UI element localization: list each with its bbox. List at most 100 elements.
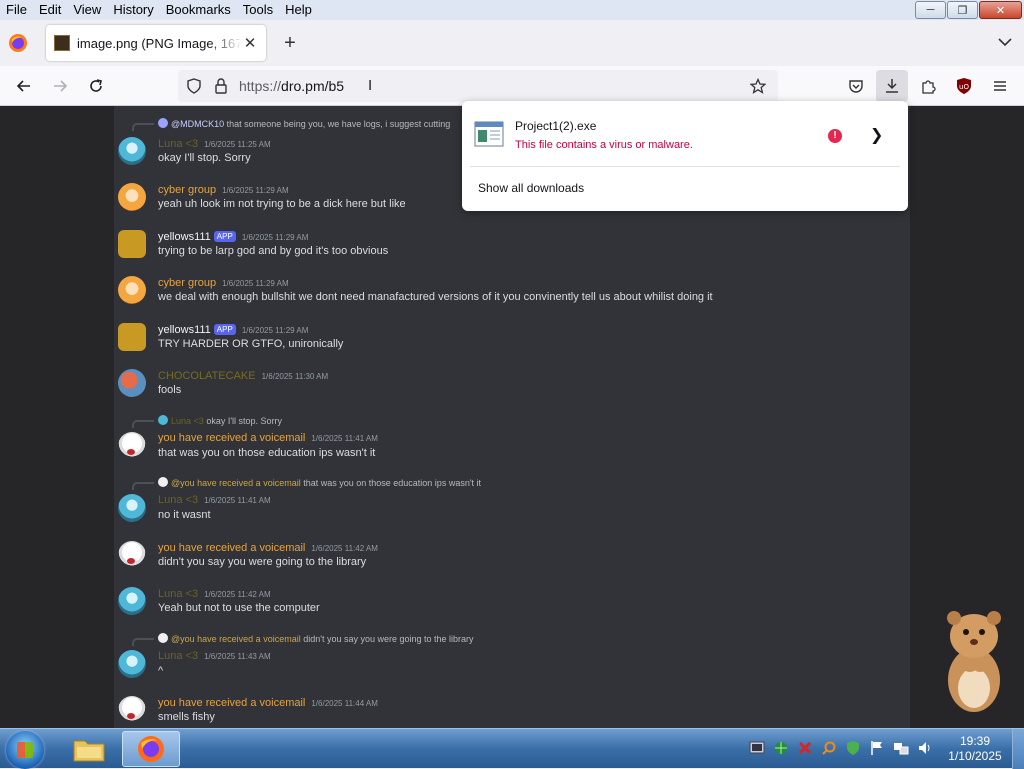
timestamp: 1/6/2025 11:25 AM bbox=[204, 140, 271, 149]
reply-connector bbox=[132, 482, 154, 490]
username-text: Luna <3 bbox=[158, 494, 199, 506]
tray-error-icon[interactable] bbox=[796, 739, 814, 757]
reply-mention: @MDMCK10 bbox=[171, 119, 225, 129]
menu-history[interactable]: History bbox=[107, 0, 159, 20]
tray-search-icon[interactable] bbox=[820, 739, 838, 757]
menu-file[interactable]: File bbox=[0, 0, 33, 20]
lock-icon[interactable] bbox=[214, 78, 228, 94]
tab-strip: image.png (PNG Image, 1672 × 1 ✕ + bbox=[0, 20, 1024, 66]
avatar bbox=[118, 650, 146, 678]
minimize-icon: ─ bbox=[926, 4, 935, 16]
download-file-name[interactable]: Project1(2).exe bbox=[515, 119, 596, 133]
username: Luna <3 1/6/2025 11:43 AM bbox=[158, 650, 271, 662]
executable-file-icon bbox=[474, 121, 504, 147]
reply-username: Luna <3 bbox=[171, 416, 204, 426]
message-text: TRY HARDER OR GTFO, unironically bbox=[158, 338, 344, 350]
system-tray bbox=[748, 739, 934, 757]
app-badge: APP bbox=[213, 324, 236, 335]
address-bar[interactable]: https://dro.pm/b5 I bbox=[178, 70, 778, 102]
message-text: ^ bbox=[158, 665, 164, 677]
show-all-downloads-button[interactable]: Show all downloads bbox=[478, 181, 584, 195]
hamburger-menu-icon[interactable] bbox=[992, 78, 1008, 94]
text-cursor-icon: I bbox=[368, 77, 373, 94]
tab-title: image.png (PNG Image, 1672 × 1 bbox=[77, 35, 242, 51]
username: cyber group 1/6/2025 11:29 AM bbox=[158, 277, 289, 289]
menu-tools[interactable]: Tools bbox=[237, 0, 279, 20]
extensions-puzzle-icon[interactable] bbox=[920, 78, 936, 94]
show-desktop-button[interactable] bbox=[1012, 729, 1024, 769]
forward-button[interactable] bbox=[48, 74, 72, 98]
reply-text: that was you on those education ips wasn… bbox=[303, 478, 482, 488]
mini-avatar bbox=[158, 633, 168, 643]
close-icon: ✕ bbox=[995, 4, 1006, 17]
taskbar-clock[interactable]: 19:39 1/10/2025 bbox=[940, 734, 1010, 764]
pocket-icon[interactable] bbox=[848, 78, 864, 94]
message-text: no it wasnt bbox=[158, 509, 211, 521]
timestamp: 1/6/2025 11:30 AM bbox=[261, 372, 329, 381]
firefox-icon bbox=[138, 736, 164, 762]
avatar bbox=[118, 276, 146, 304]
back-button[interactable] bbox=[12, 74, 36, 98]
tray-volume-icon[interactable] bbox=[916, 739, 934, 757]
menu-view[interactable]: View bbox=[67, 0, 107, 20]
window-controls: ─ ❐ ✕ bbox=[915, 1, 1022, 19]
username: Luna <3 1/6/2025 11:41 AM bbox=[158, 494, 271, 506]
reload-button[interactable] bbox=[84, 74, 108, 98]
list-all-tabs-icon[interactable] bbox=[998, 35, 1012, 49]
tab-active[interactable]: image.png (PNG Image, 1672 × 1 ✕ bbox=[46, 25, 266, 61]
avatar bbox=[118, 230, 146, 258]
bookmark-star-icon[interactable] bbox=[750, 78, 766, 94]
avatar bbox=[118, 541, 146, 569]
taskbar-firefox-button[interactable] bbox=[122, 731, 180, 767]
minimize-button[interactable]: ─ bbox=[915, 1, 946, 19]
start-button[interactable] bbox=[6, 731, 44, 769]
reply-connector bbox=[132, 123, 154, 131]
tray-globe-icon[interactable] bbox=[772, 739, 790, 757]
tray-network-connection-icon[interactable] bbox=[892, 739, 910, 757]
taskbar-explorer-button[interactable] bbox=[60, 731, 118, 767]
reply-preview: @you have received a voicemail didn't yo… bbox=[158, 633, 474, 644]
tray-flag-icon[interactable] bbox=[868, 739, 886, 757]
ublock-origin-icon[interactable]: uO bbox=[956, 77, 972, 95]
message-text: didn't you say you were going to the lib… bbox=[158, 556, 367, 568]
mini-avatar bbox=[158, 477, 168, 487]
username-text: Luna <3 bbox=[158, 650, 199, 662]
close-window-button[interactable]: ✕ bbox=[979, 1, 1022, 19]
tray-network-icon[interactable] bbox=[748, 739, 766, 757]
mini-avatar bbox=[158, 415, 168, 425]
firefox-menu-icon[interactable] bbox=[8, 33, 28, 53]
username: CHOCOLATECAKE 1/6/2025 11:30 AM bbox=[158, 370, 328, 382]
hamster-mascot-image bbox=[947, 611, 1001, 712]
reply-username: @you have received a voicemail bbox=[171, 634, 301, 644]
chevron-right-icon[interactable]: ❯ bbox=[870, 125, 883, 145]
message-text: yeah uh look im not trying to be a dick … bbox=[158, 198, 406, 210]
username: cyber group 1/6/2025 11:29 AM bbox=[158, 184, 289, 196]
username: yellows111 APP 1/6/2025 11:29 AM bbox=[158, 324, 308, 336]
message-text: Yeah but not to use the computer bbox=[158, 602, 320, 614]
new-tab-button[interactable]: + bbox=[280, 33, 300, 53]
url-text: https://dro.pm/b5 bbox=[239, 78, 344, 94]
tab-close-icon[interactable]: ✕ bbox=[242, 34, 258, 52]
message-text: trying to be larp god and by god it's to… bbox=[158, 245, 389, 257]
avatar bbox=[118, 696, 146, 724]
tray-security-icon[interactable] bbox=[844, 739, 862, 757]
downloads-button[interactable] bbox=[876, 70, 908, 102]
avatar bbox=[118, 323, 146, 351]
reply-preview: Luna <3 okay I'll stop. Sorry bbox=[158, 415, 282, 426]
avatar bbox=[118, 137, 146, 165]
tracking-protection-shield-icon[interactable] bbox=[186, 78, 202, 94]
reload-icon bbox=[90, 79, 102, 92]
username-text: CHOCOLATECAKE bbox=[158, 370, 256, 382]
back-arrow-icon bbox=[16, 80, 30, 92]
username-text: yellows111 bbox=[158, 324, 211, 336]
username: you have received a voicemail 1/6/2025 11… bbox=[158, 697, 378, 709]
menu-help[interactable]: Help bbox=[279, 0, 318, 20]
reply-username: @you have received a voicemail bbox=[171, 478, 301, 488]
timestamp: 1/6/2025 11:41 AM bbox=[311, 434, 378, 443]
maximize-button[interactable]: ❐ bbox=[947, 1, 978, 19]
avatar bbox=[118, 587, 146, 615]
navigation-bar: https://dro.pm/b5 I uO bbox=[0, 66, 1024, 106]
menu-bookmarks[interactable]: Bookmarks bbox=[160, 0, 237, 20]
app-badge: APP bbox=[213, 231, 236, 242]
menu-edit[interactable]: Edit bbox=[33, 0, 67, 20]
